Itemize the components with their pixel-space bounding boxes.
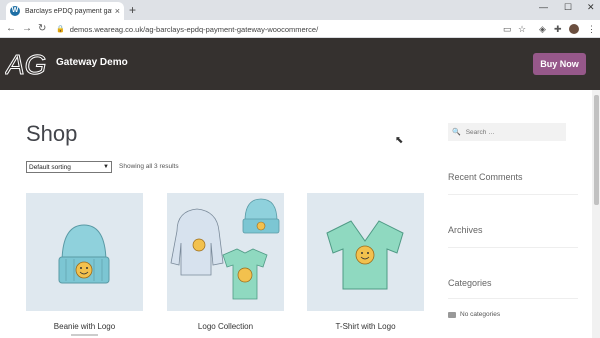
window-close-icon[interactable]: ✕ — [587, 2, 595, 13]
forward-icon[interactable]: → — [22, 22, 32, 36]
wordpress-icon: W — [10, 6, 20, 16]
result-count: Showing all 3 results — [119, 163, 179, 170]
tab-title: Barclays ePDQ payment gatewa… — [25, 7, 112, 15]
browser-toolbar: ← → ↻ 🔒 demos.weareag.co.uk/ag-barclays-… — [0, 20, 600, 38]
search-input[interactable] — [465, 128, 561, 136]
browser-tab[interactable]: W Barclays ePDQ payment gatewa… × — [6, 2, 124, 20]
divider — [448, 298, 578, 299]
close-tab-icon[interactable]: × — [115, 6, 120, 16]
product-card[interactable]: Beanie with Logo — [26, 193, 143, 336]
address-bar[interactable]: 🔒 demos.weareag.co.uk/ag-barclays-epdq-p… — [56, 22, 506, 36]
back-icon[interactable]: ← — [6, 22, 16, 36]
site-title[interactable]: Gateway Demo — [56, 57, 128, 68]
widget-title-categories: Categories — [448, 278, 492, 288]
mouse-cursor-icon: ⬉ — [395, 135, 404, 146]
buy-now-button[interactable]: Buy Now — [533, 53, 586, 75]
ag-logo[interactable]: AG — [5, 47, 47, 80]
page-title: Shop — [26, 121, 78, 146]
logo-collection-illustration — [170, 198, 280, 300]
divider — [448, 194, 578, 195]
product-name[interactable]: T-Shirt with Logo — [307, 322, 424, 331]
widget-title-recent-comments: Recent Comments — [448, 172, 523, 182]
reload-icon[interactable]: ↻ — [38, 22, 46, 36]
sorting-value: Default sorting — [29, 163, 71, 171]
product-name[interactable]: Logo Collection — [167, 322, 284, 331]
list-item: No categories — [448, 311, 500, 318]
site-header: AG Gateway Demo — [0, 38, 600, 90]
product-image[interactable] — [26, 193, 143, 311]
beanie-illustration — [58, 224, 110, 284]
product-card[interactable]: Logo Collection — [167, 193, 284, 331]
folder-icon — [448, 311, 456, 318]
product-image[interactable] — [307, 193, 424, 311]
widget-title-archives: Archives — [448, 225, 483, 235]
url-text: demos.weareag.co.uk/ag-barclays-epdq-pay… — [69, 24, 319, 34]
logo-lettering: AG — [5, 49, 46, 79]
product-card[interactable]: T-Shirt with Logo — [307, 193, 424, 331]
menu-dots-icon[interactable]: ⋮ — [587, 23, 596, 35]
new-tab-button[interactable]: + — [129, 3, 136, 17]
no-categories-text: No categories — [460, 311, 501, 318]
chevron-down-icon: ▼ — [103, 164, 109, 170]
search-icon: 🔍 — [452, 129, 461, 136]
product-name[interactable]: Beanie with Logo — [26, 322, 143, 331]
sorting-select[interactable]: Default sorting ▼ — [26, 161, 112, 173]
maximize-icon[interactable]: ☐ — [564, 2, 572, 13]
tshirt-illustration — [326, 220, 404, 290]
profile-avatar[interactable] — [569, 24, 579, 34]
search-field[interactable]: 🔍 — [448, 123, 566, 141]
minimize-icon[interactable]: — — [539, 2, 548, 12]
lock-icon: 🔒 — [56, 26, 65, 33]
bookmark-star-icon[interactable]: ☆ — [518, 23, 526, 35]
product-image[interactable] — [167, 193, 284, 311]
price-placeholder — [71, 334, 98, 336]
puzzle-icon[interactable]: ✚ — [554, 23, 562, 35]
extension-icon[interactable]: ◈ — [539, 23, 546, 35]
scrollbar-thumb[interactable] — [594, 95, 599, 205]
reader-mode-icon[interactable]: ▭ — [503, 23, 512, 35]
divider — [448, 247, 578, 248]
browser-tabstrip: W Barclays ePDQ payment gatewa… × + — ☐ … — [0, 0, 600, 20]
